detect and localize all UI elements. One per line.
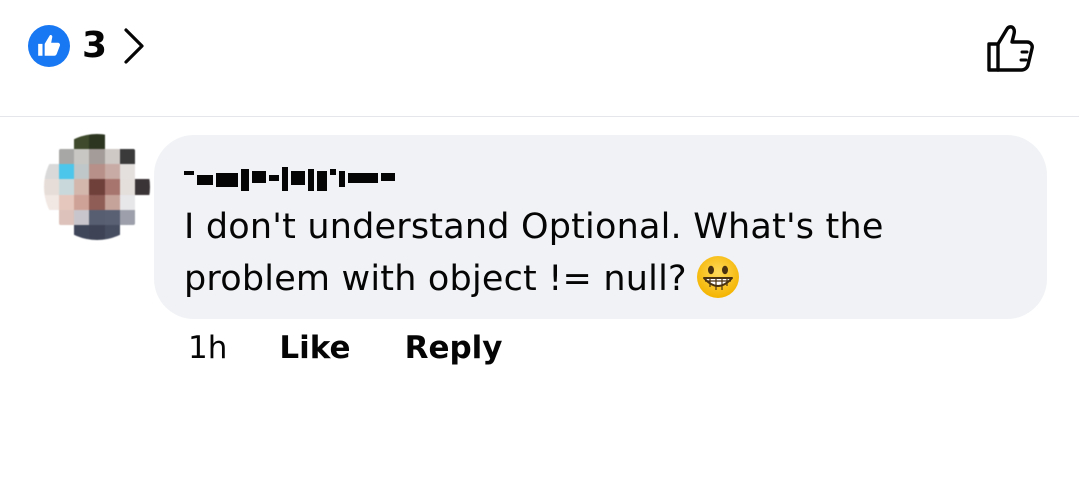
reply-comment-button[interactable]: Reply [405,330,503,366]
like-post-button[interactable] [982,20,1038,76]
comment-actions: 1h Like Reply [188,324,503,372]
avatar-image [44,134,150,240]
comment-body: I don't understand Optional. What's the … [184,207,884,299]
like-badge-icon [28,25,70,67]
reaction-count: 3 [82,25,108,66]
chevron-right-icon [121,24,149,68]
reaction-summary[interactable]: 3 [28,24,149,68]
comment-timestamp[interactable]: 1h [188,330,227,366]
grinning-face-emoji [695,254,741,300]
author-name-redacted[interactable] [184,157,395,191]
comment-bubble: I don't understand Optional. What's the … [154,135,1047,319]
like-comment-button[interactable]: Like [279,330,350,366]
comment-text: I don't understand Optional. What's the … [184,201,1004,305]
reactions-bar: 3 [0,0,1079,117]
thumbs-up-outline-icon [987,25,1034,72]
avatar[interactable] [44,134,150,240]
